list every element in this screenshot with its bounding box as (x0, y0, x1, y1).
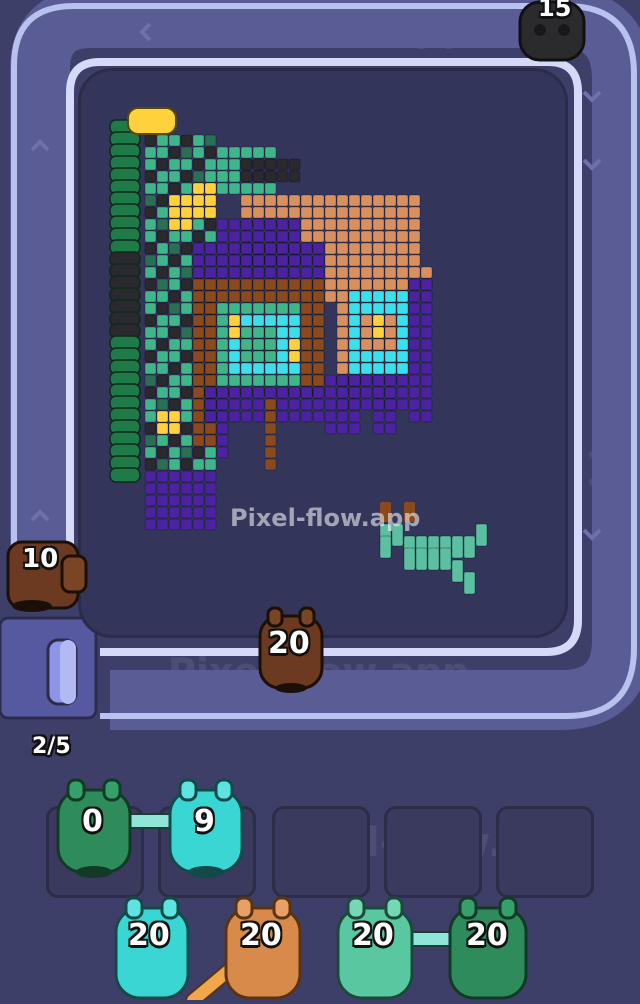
waiting-shooter-cyan[interactable]: 20 (112, 894, 192, 1000)
slot-shooter-cyan[interactable]: 9 (164, 776, 248, 880)
waiting-shooter-mint[interactable]: 20 (334, 894, 416, 1000)
shooter-count: 20 (240, 918, 282, 953)
slot-shooter-green[interactable]: 0 (52, 776, 136, 880)
shooter-count: 20 (128, 918, 170, 953)
waiting-shooter-peach[interactable]: 20 (222, 894, 304, 1000)
shooter-count: 20 (466, 918, 508, 953)
shooter-count: 0 (82, 804, 103, 839)
shooter-count: 20 (352, 918, 394, 953)
waiting-shooter-green[interactable]: 20 (446, 894, 530, 1000)
shooter-count: 9 (194, 804, 215, 839)
